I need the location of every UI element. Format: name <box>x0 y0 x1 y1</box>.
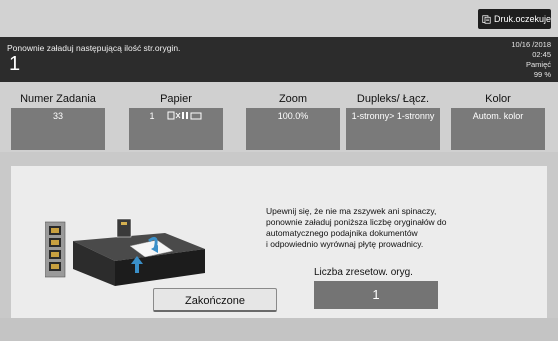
message-bar: Ponownie załaduj następującą ilość str.o… <box>0 37 558 82</box>
column-header: Kolor <box>485 93 511 105</box>
paper-tray-number: 1 <box>149 111 155 121</box>
date-text: 10/16 /2018 <box>511 40 551 49</box>
column-duplex: Dupleks/ Łącz. 1-stronny> 1-stronny <box>346 82 440 150</box>
job-queue-label: Druk.oczekuje <box>493 14 551 24</box>
column-value: 33 <box>11 108 105 150</box>
instruction-line: automatycznego podajnika dokumentów <box>266 228 418 238</box>
top-bar: Druk.oczekuje <box>0 0 558 37</box>
document-feeder-illustration <box>45 218 205 286</box>
column-job-number: Numer Zadania 33 <box>11 82 105 150</box>
column-header: Papier <box>160 93 192 105</box>
column-color: Kolor Autom. kolor <box>451 82 545 150</box>
instruction-line: i odpowiednio wyrównaj płytę prowadnicy. <box>266 239 424 249</box>
paper-size-icon <box>167 111 201 120</box>
column-value: 1-stronny> 1-stronny <box>346 108 440 150</box>
job-queue-button[interactable]: Druk.oczekuje <box>478 9 551 29</box>
done-button[interactable]: Zakończone <box>153 288 277 312</box>
column-value: Autom. kolor <box>451 108 545 150</box>
reload-panel: Upewnij się, że nie ma zszywek ani spina… <box>11 166 547 318</box>
print-queue-icon <box>482 14 491 24</box>
instruction-line: Upewnij się, że nie ma zszywek ani spina… <box>266 206 437 216</box>
column-paper: Papier 1 <box>129 82 223 150</box>
column-value: 100.0% <box>246 108 340 150</box>
instruction-line: ponownie załaduj poniższa liczbę orygina… <box>266 217 447 227</box>
job-info-columns: Numer Zadania 33 Papier 1 Zoom 100.0% Du… <box>0 82 558 152</box>
reset-count-label: Liczba zresetow. oryg. <box>314 267 413 278</box>
reload-count: 1 <box>9 53 21 75</box>
instructions-text: Upewnij się, że nie ma zszywek ani spina… <box>266 206 447 250</box>
status-info: 10/16 /2018 02:45 Pamięć 99 % <box>511 40 551 80</box>
column-header: Dupleks/ Łącz. <box>356 93 430 105</box>
column-value: 1 <box>129 108 223 150</box>
reset-count-value: 1 <box>314 281 438 309</box>
memory-label: Pamięć <box>525 60 551 69</box>
column-header: Numer Zadania <box>20 93 96 105</box>
column-zoom: Zoom 100.0% <box>246 82 340 150</box>
bottom-bar <box>0 318 558 341</box>
reload-message: Ponownie załaduj następującą ilość str.o… <box>7 43 181 53</box>
memory-value: 99 % <box>533 70 551 79</box>
time-text: 02:45 <box>532 50 551 59</box>
column-header: Zoom <box>278 93 308 105</box>
